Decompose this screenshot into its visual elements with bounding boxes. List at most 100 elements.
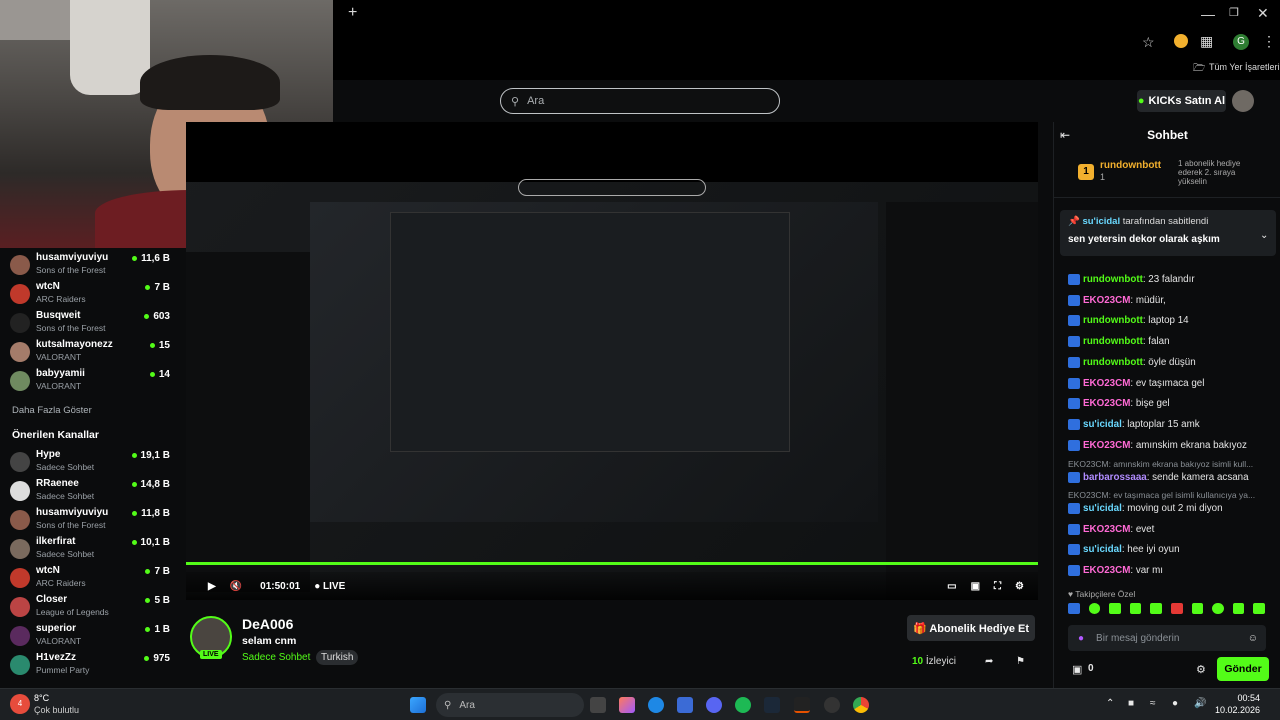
chat-settings-icon[interactable]: ⚙ [1196, 663, 1206, 676]
store-icon[interactable] [677, 697, 693, 713]
chevron-down-icon[interactable]: ⌄ [1260, 230, 1268, 241]
emoji-icon[interactable]: ☺ [1248, 633, 1258, 644]
sidebar-channel[interactable]: kutsalmayonezz VALORANT 15 [10, 339, 180, 365]
chat-username[interactable]: rundownbott [1083, 357, 1143, 368]
minimize-button[interactable]: — [1201, 6, 1215, 22]
sidebar-channel[interactable]: wtcN ARC Raiders 7 B [10, 565, 180, 591]
channel-name: H1vezZz [36, 652, 77, 663]
sidebar-channel[interactable]: Closer League of Legends 5 B [10, 594, 180, 620]
taskbar-search[interactable]: ⚲ Ara [436, 693, 584, 717]
sidebar-channel[interactable]: H1vezZz Pummel Party 975 [10, 652, 180, 678]
close-window-button[interactable]: ✕ [1257, 5, 1269, 22]
mic-tray-icon[interactable]: ● [1172, 698, 1178, 709]
stream-tag[interactable]: Turkish [316, 650, 359, 665]
mute-icon[interactable]: 🔇 [230, 581, 242, 592]
edge-icon[interactable] [648, 697, 664, 713]
sidebar-channel[interactable]: Hype Sadece Sohbet 19,1 B [10, 449, 180, 475]
gift-sub-button[interactable]: 🎁 Abonelik Hediye Et [907, 615, 1035, 641]
sidebar-channel[interactable]: ilkerfirat Sadece Sohbet 10,1 B [10, 536, 180, 562]
chat-message: EKO23CM: ev taşımaca gel [1068, 377, 1274, 389]
chat-username[interactable]: rundownbott [1083, 336, 1143, 347]
chat-username[interactable]: EKO23CM [1083, 378, 1130, 389]
emote-icon[interactable] [1253, 603, 1265, 614]
new-tab-button[interactable]: + [348, 4, 357, 22]
bookmarks-label[interactable]: Tüm Yer İşaretleri [1209, 62, 1280, 72]
clock-date[interactable]: 10.02.2026 [1206, 705, 1260, 715]
emote-icon[interactable] [1170, 603, 1183, 614]
show-more-link[interactable]: Daha Fazla Göster [12, 405, 92, 416]
recommended-title: Önerilen Kanallar [12, 429, 99, 441]
wifi-icon[interactable]: ≈ [1150, 698, 1156, 709]
emote-icon[interactable] [1068, 603, 1080, 614]
points-icon[interactable]: ▣ [1072, 663, 1082, 676]
clock-time[interactable]: 00:54 [1220, 693, 1260, 703]
sidebar-channel[interactable]: superior VALORANT 1 B [10, 623, 180, 649]
chrome-icon[interactable] [853, 697, 869, 713]
sidebar-channel[interactable]: husamviyuviyu Sons of the Forest 11,8 B [10, 507, 180, 533]
sidebar-channel[interactable]: husamviyuviyu Sons of the Forest 11,6 B [10, 252, 180, 278]
steam-icon[interactable] [764, 697, 780, 713]
obs-icon[interactable] [824, 697, 840, 713]
copilot-icon[interactable] [619, 697, 635, 713]
sidebar-channel[interactable]: babyyamii VALORANT 14 [10, 368, 180, 394]
volume-icon[interactable]: 🔊 [1194, 698, 1206, 709]
emote-icon[interactable] [1191, 603, 1204, 614]
sidebar-channel[interactable]: RRaenee Sadece Sohbet 14,8 B [10, 478, 180, 504]
emote-icon[interactable] [1088, 603, 1101, 614]
spotify-icon[interactable] [735, 697, 751, 713]
report-icon[interactable]: ⚑ [1016, 656, 1025, 667]
discord-icon[interactable] [706, 697, 722, 713]
video-player[interactable] [186, 122, 1038, 602]
chat-username[interactable]: barbarossaaa [1083, 472, 1147, 483]
viewer-number: 10 [912, 656, 924, 667]
app-icon[interactable] [794, 697, 810, 713]
pip-icon[interactable]: ▣ [971, 581, 980, 592]
menu-dots-icon[interactable]: ⋮ [1262, 33, 1276, 50]
chat-username[interactable]: EKO23CM [1083, 398, 1130, 409]
mic-icon[interactable]: ● [1078, 633, 1084, 644]
chat-username[interactable]: rundownbott [1083, 274, 1143, 285]
profile-avatar[interactable]: G [1233, 34, 1249, 50]
chat-username[interactable]: EKO23CM [1083, 440, 1130, 451]
sidebar-channel[interactable]: Busqweit Sons of the Forest 603 [10, 310, 180, 336]
settings-icon[interactable]: ⚙ [1015, 581, 1024, 592]
channel-name: husamviyuviyu [36, 507, 109, 518]
chat-username[interactable]: su'icidal [1083, 419, 1122, 430]
maximize-button[interactable]: ❐ [1229, 6, 1239, 19]
sidebar-channel[interactable]: wtcN ARC Raiders 7 B [10, 281, 180, 307]
tray-chevron-icon[interactable]: ⌃ [1106, 698, 1114, 709]
bookmark-star-icon[interactable]: ☆ [1142, 34, 1155, 51]
emote-icon[interactable] [1109, 603, 1121, 614]
chat-username[interactable]: su'icidal [1083, 544, 1122, 555]
tray-app-icon[interactable]: ■ [1128, 698, 1134, 709]
stream-category[interactable]: Sadece Sohbet [242, 652, 310, 663]
chat-username[interactable]: EKO23CM [1083, 565, 1130, 576]
chat-username[interactable]: EKO23CM [1083, 295, 1130, 306]
emote-icon[interactable] [1212, 603, 1224, 614]
progress-bar[interactable] [186, 562, 1038, 565]
fullscreen-icon[interactable]: ⛶ [994, 581, 1001, 592]
gifter-name[interactable]: rundownbott [1100, 160, 1161, 171]
chat-username[interactable]: su'icidal [1083, 503, 1122, 514]
kicks-buy-button[interactable]: ● KICKs Satın Al [1137, 90, 1226, 112]
chat-username[interactable]: EKO23CM [1083, 524, 1130, 535]
emote-icon[interactable] [1129, 603, 1142, 614]
puzzle-icon[interactable]: ▦ [1200, 33, 1213, 50]
weather-temp[interactable]: 8°C [34, 693, 49, 703]
site-search-input[interactable]: ⚲ Ara [500, 88, 780, 114]
weather-badge[interactable]: 4 [10, 694, 30, 714]
start-button[interactable] [410, 697, 426, 713]
task-view-icon[interactable] [590, 697, 606, 713]
play-icon[interactable]: ▶ [208, 581, 216, 592]
user-avatar[interactable] [1232, 90, 1254, 112]
send-button[interactable]: Gönder [1217, 657, 1269, 681]
theater-icon[interactable]: ▭ [947, 581, 956, 592]
share-icon[interactable]: ➦ [985, 656, 993, 667]
extension-icon[interactable] [1174, 34, 1188, 48]
emote-icon[interactable] [1150, 603, 1162, 614]
streamer-name[interactable]: DeA006 [242, 616, 293, 632]
emote-icon[interactable] [1232, 603, 1245, 614]
weather-desc[interactable]: Çok bulutlu [34, 705, 79, 715]
chat-username[interactable]: rundownbott [1083, 315, 1143, 326]
chat-input[interactable]: ● Bir mesaj gönderin ☺ [1068, 625, 1266, 651]
